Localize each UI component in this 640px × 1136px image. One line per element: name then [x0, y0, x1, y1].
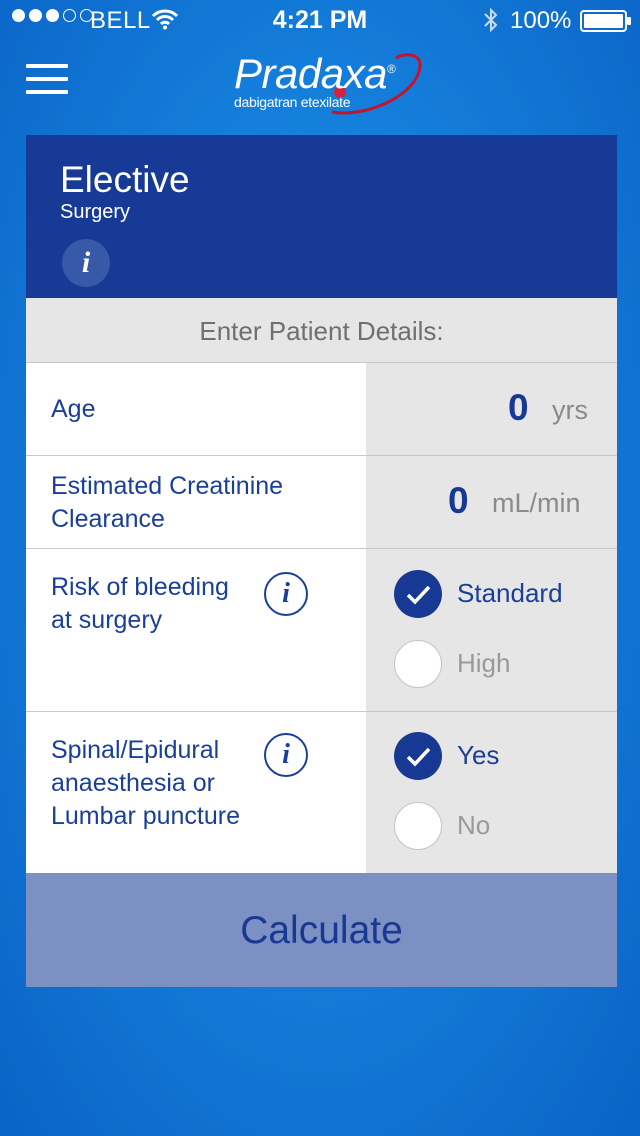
- section-label: Enter Patient Details:: [26, 298, 617, 363]
- bleeding-options: Standard High: [366, 549, 617, 711]
- bleeding-risk-row: Risk of bleeding at surgery i Standard H…: [26, 549, 617, 712]
- info-icon[interactable]: i: [62, 239, 110, 287]
- bleeding-label-line2: at surgery: [51, 606, 163, 634]
- calculate-button[interactable]: Calculate: [26, 873, 617, 987]
- radio-unchecked-icon: [394, 640, 442, 688]
- anaesthesia-label-line2: anaesthesia or: [51, 769, 216, 797]
- hamburger-menu-icon[interactable]: [26, 64, 68, 94]
- age-unit: yrs: [552, 395, 588, 425]
- bleeding-info-icon[interactable]: i: [264, 572, 308, 616]
- creatinine-label-line1: Estimated Creatinine: [51, 472, 284, 500]
- creatinine-row: Estimated Creatinine Clearance 0 mL/min: [26, 456, 617, 549]
- checkmark-icon: [394, 570, 442, 618]
- creatinine-input[interactable]: 0 mL/min: [366, 456, 617, 548]
- anaesthesia-info-icon[interactable]: i: [264, 733, 308, 777]
- creatinine-value: 0: [448, 480, 469, 521]
- option-no[interactable]: No: [394, 802, 614, 852]
- anaesthesia-row: Spinal/Epidural anaesthesia or Lumbar pu…: [26, 712, 617, 873]
- brand-name: Pradaxa®: [234, 50, 396, 97]
- status-bar: BELL 4:21 PM 100%: [0, 0, 640, 40]
- checkmark-icon: [394, 732, 442, 780]
- creatinine-label-line2: Clearance: [51, 505, 165, 533]
- page-title: Elective: [60, 159, 190, 200]
- anaesthesia-label-line3: Lumbar puncture: [51, 802, 241, 830]
- age-row: Age 0 yrs: [26, 363, 617, 456]
- battery-icon: [580, 10, 632, 39]
- bleeding-label-line1: Risk of bleeding: [51, 573, 229, 601]
- registered-mark: ®: [386, 62, 396, 76]
- calculator-card: Elective Surgery i Enter Patient Details…: [26, 135, 617, 987]
- option-standard[interactable]: Standard: [394, 570, 614, 620]
- battery-percentage: 100%: [510, 7, 572, 34]
- creatinine-unit: mL/min: [492, 488, 581, 518]
- radio-unchecked-icon: [394, 802, 442, 850]
- option-high-label: High: [457, 648, 511, 678]
- option-yes-label: Yes: [457, 740, 500, 770]
- age-label: Age: [51, 395, 96, 423]
- bluetooth-icon: [482, 7, 500, 40]
- option-high[interactable]: High: [394, 640, 614, 690]
- card-header: Elective Surgery i: [26, 135, 617, 298]
- option-yes[interactable]: Yes: [394, 732, 614, 782]
- option-no-label: No: [457, 810, 491, 840]
- page-subtitle: Surgery: [60, 201, 131, 223]
- age-input[interactable]: 0 yrs: [366, 363, 617, 455]
- anaesthesia-label: Spinal/Epidural anaesthesia or Lumbar pu…: [51, 734, 240, 833]
- anaesthesia-label-line1: Spinal/Epidural: [51, 736, 220, 764]
- anaesthesia-options: Yes No: [366, 712, 617, 873]
- creatinine-label: Estimated Creatinine Clearance: [51, 470, 283, 536]
- option-standard-label: Standard: [457, 578, 563, 608]
- bleeding-risk-label: Risk of bleeding at surgery: [51, 571, 229, 637]
- pradaxa-logo: Pradaxa® dabigatran etexilate: [228, 48, 428, 124]
- age-value: 0: [508, 387, 529, 428]
- generic-name: dabigatran etexilate: [234, 94, 351, 110]
